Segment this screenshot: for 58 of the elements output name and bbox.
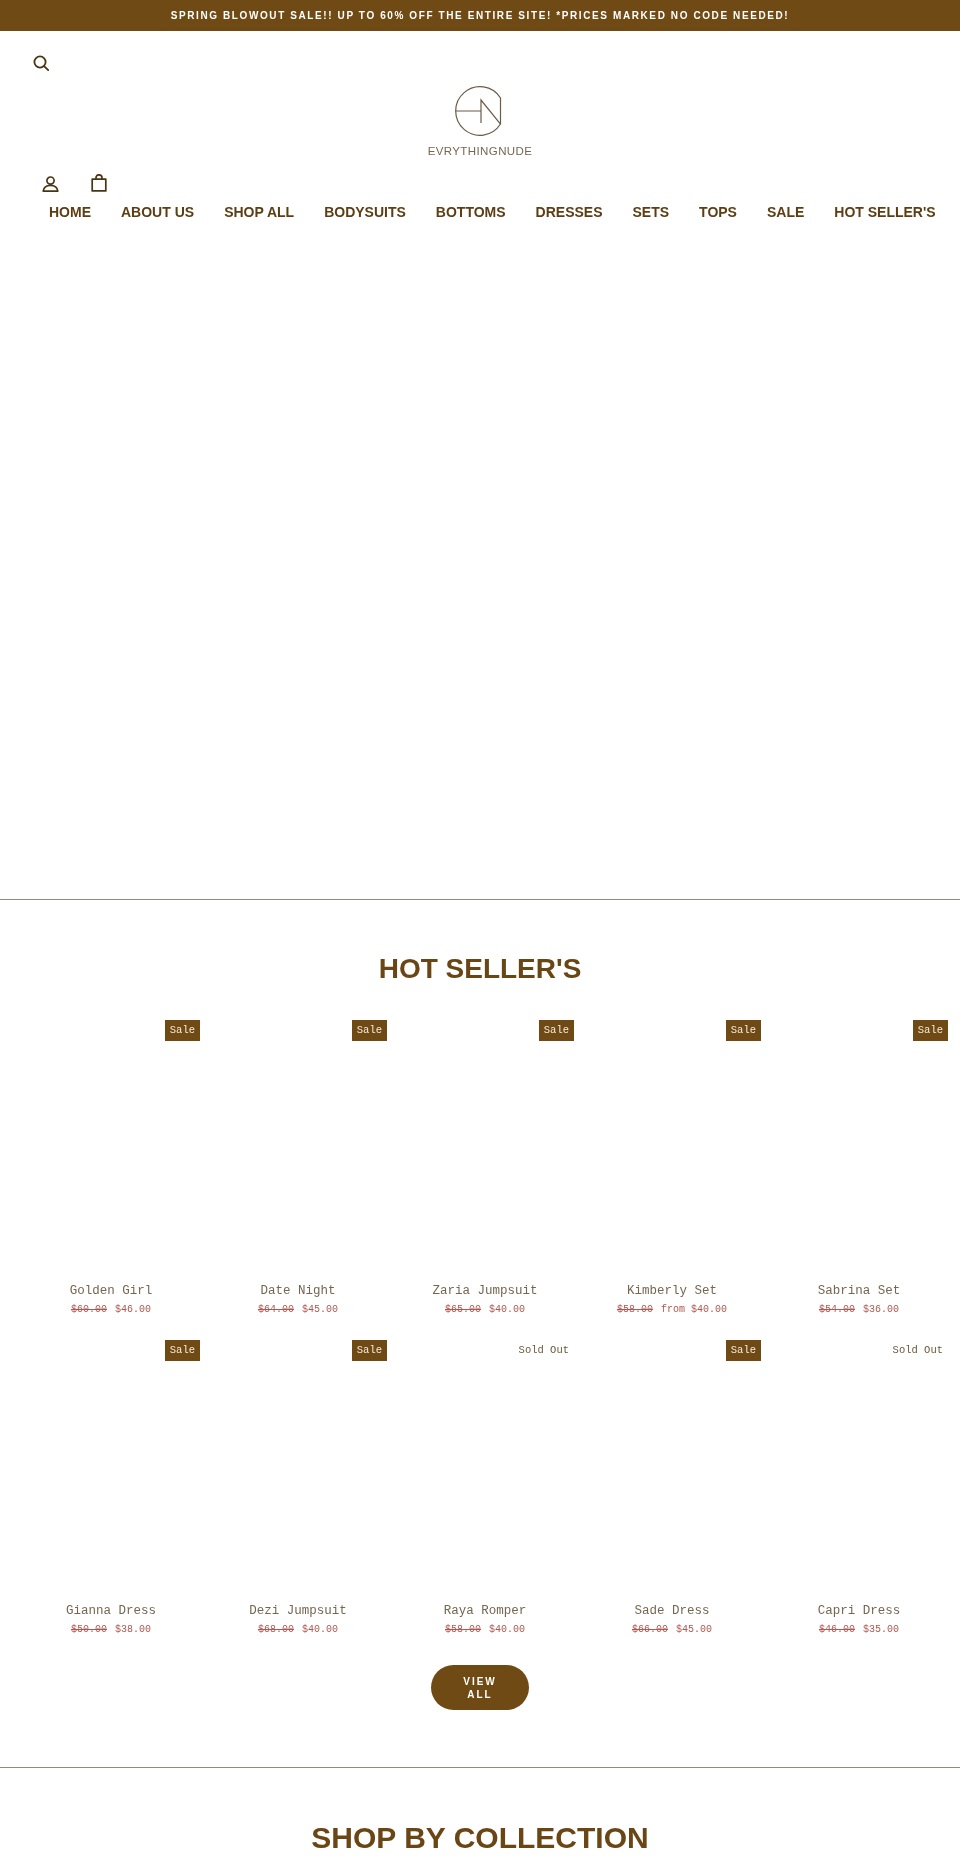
nav-link[interactable]: SETS xyxy=(632,203,670,221)
compare-price: $58.00 xyxy=(445,1623,481,1637)
product-name[interactable]: Sabrina Set xyxy=(817,1282,901,1300)
compare-price: $58.00 xyxy=(617,1303,653,1317)
compare-price: $68.00 xyxy=(258,1623,294,1637)
compare-price: $66.00 xyxy=(632,1623,668,1637)
compare-price: $46.00 xyxy=(819,1623,855,1637)
sale-price: $40.00 xyxy=(302,1623,338,1637)
product-name[interactable]: Date Night xyxy=(260,1282,336,1300)
account-icon[interactable] xyxy=(42,176,59,192)
sale-price: $35.00 xyxy=(863,1623,899,1637)
sold-out-label: Sold Out xyxy=(518,1343,569,1358)
nav-link[interactable]: DRESSES xyxy=(535,203,603,221)
product-name[interactable]: Kimberly Set xyxy=(627,1282,717,1300)
sale-badge: Sale xyxy=(725,1020,761,1041)
sold-out-label: Sold Out xyxy=(892,1343,943,1358)
product-name[interactable]: Golden Girl xyxy=(69,1282,153,1300)
sale-badge: Sale xyxy=(351,1020,387,1041)
sale-badge: Sale xyxy=(164,1020,200,1041)
bag-icon[interactable] xyxy=(91,174,107,192)
compare-price: $64.00 xyxy=(258,1303,294,1317)
product-name[interactable]: Gianna Dress xyxy=(66,1602,156,1620)
compare-price: $60.00 xyxy=(71,1303,107,1317)
nav-link[interactable]: SALE xyxy=(766,203,805,221)
sale-price: $40.00 xyxy=(489,1623,525,1637)
sale-price: $36.00 xyxy=(863,1303,899,1317)
sale-badge: Sale xyxy=(351,1340,387,1361)
section-title: SHOP BY COLLECTION xyxy=(310,1820,650,1856)
sale-price: $40.00 xyxy=(489,1303,525,1317)
nav-link[interactable]: HOT SELLER'S xyxy=(834,203,936,221)
sale-badge: Sale xyxy=(912,1020,948,1041)
product-name[interactable]: Capri Dress xyxy=(817,1602,901,1620)
nav-link[interactable]: TOPS xyxy=(699,203,737,221)
sale-price: $38.00 xyxy=(115,1623,151,1637)
search-icon[interactable] xyxy=(33,55,49,71)
compare-price: $54.00 xyxy=(819,1303,855,1317)
sale-badge: Sale xyxy=(725,1340,761,1361)
product-name[interactable]: Dezi Jumpsuit xyxy=(249,1602,347,1620)
nav-link[interactable]: BODYSUITS xyxy=(324,203,406,221)
product-name[interactable]: Zaria Jumpsuit xyxy=(432,1282,538,1300)
product-name[interactable]: Sade Dress xyxy=(634,1602,710,1620)
sale-price: $45.00 xyxy=(302,1303,338,1317)
nav-link[interactable]: HOME xyxy=(49,203,91,221)
nav-link[interactable]: BOTTOMS xyxy=(435,203,506,221)
nav-link[interactable]: SHOP ALL xyxy=(224,203,295,221)
section-title: HOT SELLER'S xyxy=(377,952,583,986)
sale-badge: Sale xyxy=(538,1020,574,1041)
compare-price: $65.00 xyxy=(445,1303,481,1317)
sale-price: $46.00 xyxy=(115,1303,151,1317)
compare-price: $50.00 xyxy=(71,1623,107,1637)
sale-badge: Sale xyxy=(164,1340,200,1361)
view-all-button[interactable]: VIEW ALL xyxy=(431,1665,529,1710)
announcement-bar: SPRING BLOWOUT SALE!! UP TO 60% OFF THE ENTIRE SITE! *PRICES MARKED NO CODE NEEDED! xyxy=(0,0,960,31)
product-name[interactable]: Raya Romper xyxy=(443,1602,527,1620)
nav-link[interactable]: ABOUT US xyxy=(121,203,195,221)
sale-price: $45.00 xyxy=(676,1623,712,1637)
logo-text[interactable]: EVRYTHINGNUDE xyxy=(427,145,533,157)
sale-price: from $40.00 xyxy=(661,1303,727,1317)
